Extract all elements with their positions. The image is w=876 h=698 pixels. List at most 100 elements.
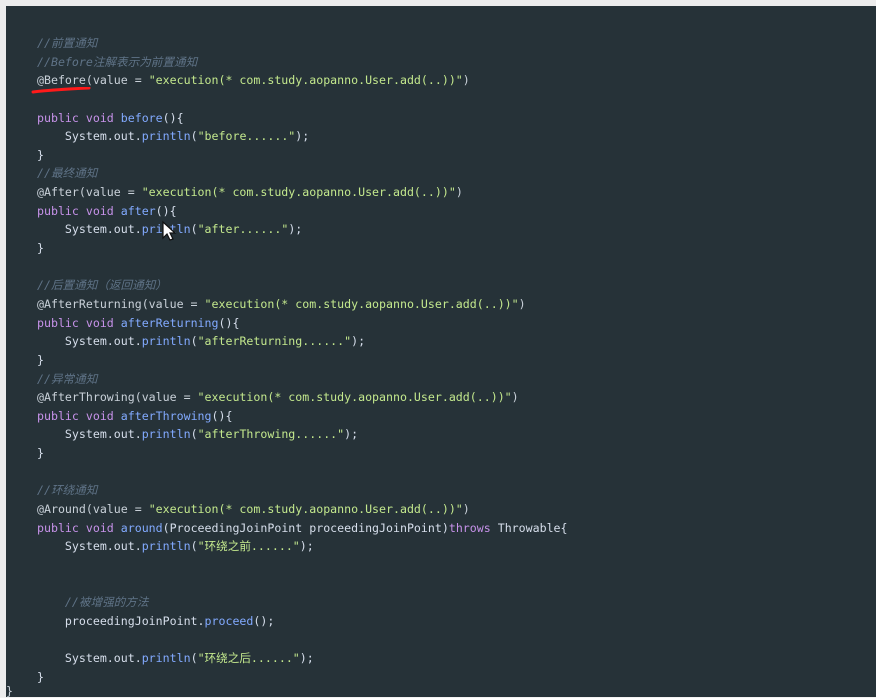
code-token-annotation: ) [462,502,470,517]
code-line[interactable]: //前置通知 [37,34,568,53]
code-line[interactable]: public void before(){ [37,109,568,128]
code-token-annotation: ) [511,390,519,405]
code-line[interactable]: System.out.println("afterReturning......… [37,332,568,351]
code-line[interactable]: } [37,444,568,463]
code-token-comment: //最终通知 [37,166,98,181]
code-line[interactable]: @AfterThrowing(value = "execution(* com.… [37,388,568,407]
code-line[interactable]: } [37,146,568,165]
mouse-pointer-icon [162,220,177,241]
code-token-kw: public void [37,408,121,423]
code-token-kw: public void [37,203,121,218]
code-token-annotation: ) [455,185,463,200]
code-line[interactable] [37,556,568,575]
code-token-comment: //Before注解表示为前置通知 [37,54,198,69]
code-token-plain: } [37,241,44,256]
code-line[interactable] [37,463,568,482]
code-token-string: "afterReturning......" [197,334,352,349]
code-token-method: println [141,539,191,554]
code-token-annotation: ) [462,73,470,88]
code-token-plain: } [37,147,44,162]
code-token-string: "execution(* com.study.aopanno.User.add(… [141,185,456,200]
code-line[interactable]: @AfterReturning(value = "execution(* com… [37,295,568,314]
code-token-kw: public void [37,520,121,535]
code-token-plain: System.out. [37,427,142,442]
code-token-plain: } [37,352,44,367]
code-line[interactable]: } [37,668,568,687]
code-token-string: "execution(* com.study.aopanno.User.add(… [148,73,463,88]
code-token-method: proceed [204,613,254,628]
code-line[interactable] [37,258,568,277]
code-line[interactable]: //后置通知（返回通知） [37,276,568,295]
code-line[interactable]: @Around(value = "execution(* com.study.a… [37,500,568,519]
code-token-annotation: @AfterReturning(value = [37,296,205,311]
code-token-plain: System.out. [37,539,142,554]
code-token-method: println [141,334,191,349]
code-token-plain: ( [190,651,198,666]
code-line[interactable]: //Before注解表示为前置通知 [37,53,568,72]
code-token-plain: ); [299,539,314,554]
code-token-comment: //异常通知 [37,371,98,386]
code-token-plain: (); [253,613,275,628]
code-line[interactable]: public void afterThrowing(){ [37,407,568,426]
code-token-method: afterReturning [120,315,219,330]
code-line[interactable]: @Before(value = "execution(* com.study.a… [37,71,568,90]
code-token-plain: ( [190,539,198,554]
code-token-annotation: @After(value = [37,185,142,200]
code-token-method: println [141,651,191,666]
code-line[interactable]: //环绕通知 [37,481,568,500]
code-token-plain: (){ [218,315,240,330]
code-line[interactable]: //异常通知 [37,370,568,389]
code-line[interactable]: public void around(ProceedingJoinPoint p… [37,519,568,538]
code-line[interactable]: //被增强的方法 [37,593,568,612]
code-token-string: "环绕之后......" [197,651,300,666]
code-line[interactable]: //最终通知 [37,164,568,183]
code-line[interactable]: public void afterReturning(){ [37,314,568,333]
code-line[interactable]: proceedingJoinPoint.proceed(); [37,612,568,631]
code-line[interactable]: System.out.println("afterThrowing......"… [37,425,568,444]
code-editor[interactable]: //前置通知 //Before注解表示为前置通知 @Before(value = "… [6,6,876,697]
code-token-method: afterThrowing [120,408,212,423]
code-token-plain: (){ [162,110,184,125]
code-token-plain: ); [351,334,366,349]
code-token-plain: } [37,669,44,684]
code-token-kw: public void [37,315,121,330]
code-token-method: println [141,427,191,442]
code-token-string: "环绕之前......" [197,539,300,554]
code-line[interactable]: @After(value = "execution(* com.study.ao… [37,183,568,202]
editor-edge-brace: } [6,684,13,698]
code-line[interactable]: System.out.println("after......"); [37,220,568,239]
code-token-plain: (ProceedingJoinPoint proceedingJoinPoint… [162,520,449,535]
code-token-plain: System.out. [37,334,142,349]
code-line[interactable] [37,631,568,650]
code-token-comment: //被增强的方法 [37,595,149,610]
code-token-plain: proceedingJoinPoint. [37,613,205,628]
code-token-plain: System.out. [37,129,142,144]
code-block[interactable]: //前置通知 //Before注解表示为前置通知 @Before(value = "… [37,34,568,686]
code-token-annotation: @Before(value = [37,73,149,88]
code-line[interactable]: } [37,351,568,370]
code-token-plain: } [37,446,44,461]
code-token-comment: //后置通知（返回通知） [37,278,167,293]
code-token-string: "afterThrowing......" [197,427,345,442]
code-token-plain: (){ [155,203,177,218]
code-token-plain: ); [288,222,303,237]
code-token-comment: //环绕通知 [37,483,98,498]
code-line[interactable]: System.out.println("before......"); [37,127,568,146]
code-token-plain: ); [295,129,310,144]
code-token-method: before [120,110,163,125]
code-token-string: "execution(* com.study.aopanno.User.add(… [204,296,519,311]
code-token-string: "after......" [197,222,289,237]
code-line[interactable]: public void after(){ [37,202,568,221]
code-line[interactable]: System.out.println("环绕之前......"); [37,537,568,556]
code-token-annotation: @AfterThrowing(value = [37,390,198,405]
code-line[interactable]: } [37,239,568,258]
code-token-annotation: ) [518,296,526,311]
code-line[interactable] [37,90,568,109]
code-token-method: println [141,129,191,144]
code-line[interactable] [37,575,568,594]
code-token-kw: throws [448,520,498,535]
code-line[interactable]: System.out.println("环绕之后......"); [37,649,568,668]
code-token-string: "execution(* com.study.aopanno.User.add(… [148,502,463,517]
code-token-plain: ( [190,129,198,144]
screenshot-frame: //前置通知 //Before注解表示为前置通知 @Before(value = "… [0,0,876,698]
